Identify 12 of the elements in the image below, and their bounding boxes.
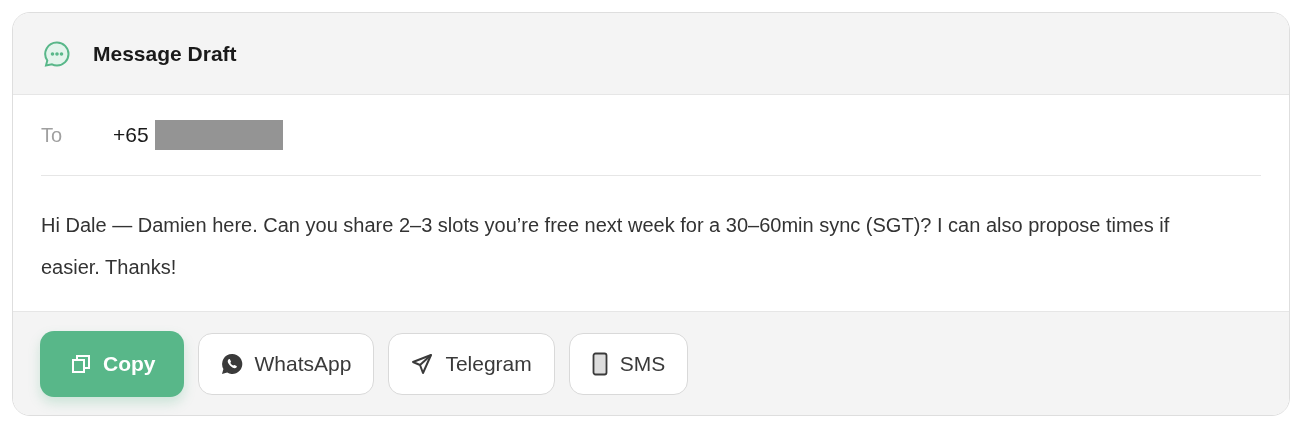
telegram-button[interactable]: Telegram: [388, 332, 555, 395]
to-label: To: [41, 123, 64, 147]
sms-button[interactable]: SMS: [568, 332, 689, 395]
phone-icon: [591, 351, 608, 376]
paper-plane-icon: [411, 352, 434, 375]
whatsapp-icon: [220, 352, 243, 375]
copy-icon: [71, 353, 91, 374]
card-title: Message Draft: [93, 41, 237, 66]
whatsapp-button[interactable]: WhatsApp: [197, 332, 375, 395]
chat-bubble-icon: [43, 39, 71, 68]
recipient-number: +65: [113, 123, 149, 147]
message-text: Hi Dale — Damien here. Can you share 2–3 slots you’re free next week for a 30–60min sync (SGT)? I can also propose times if easier. Thanks!: [41, 213, 1171, 280]
